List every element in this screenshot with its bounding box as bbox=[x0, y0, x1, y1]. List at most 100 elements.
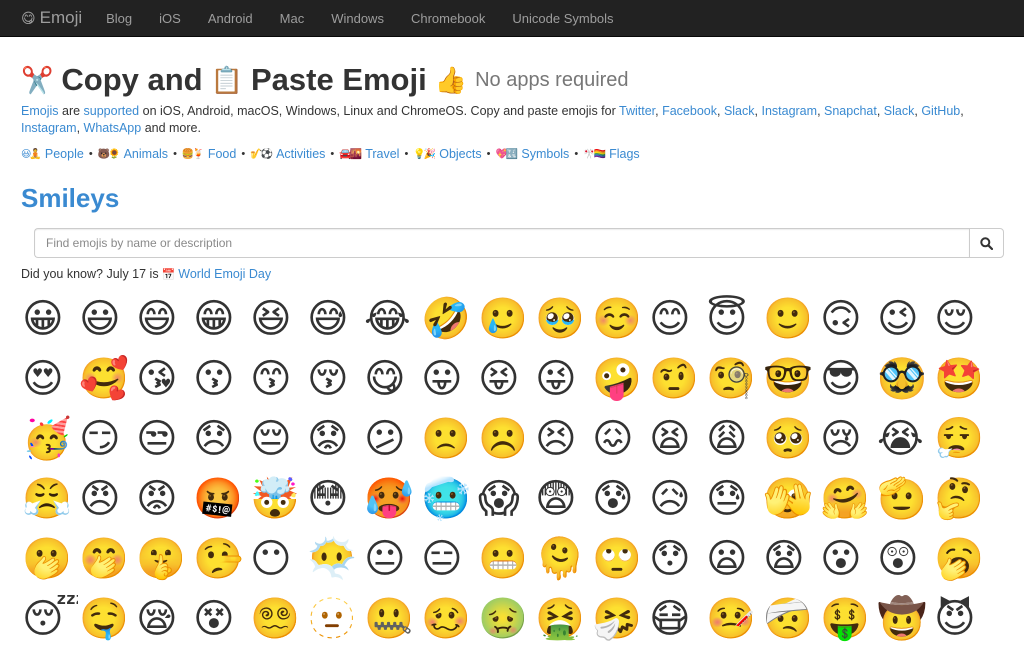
emoji-item[interactable]: 🫥 bbox=[306, 589, 363, 649]
emoji-item[interactable]: 🧐 bbox=[705, 349, 762, 409]
emoji-item[interactable]: 😁 bbox=[192, 289, 249, 349]
supported-link[interactable]: supported bbox=[84, 104, 140, 118]
nav-link-mac[interactable]: Mac bbox=[280, 11, 305, 26]
emoji-item[interactable]: 😷 bbox=[648, 589, 705, 649]
emoji-item[interactable]: 🤧 bbox=[591, 589, 648, 649]
emoji-item[interactable]: 🥹 bbox=[534, 289, 591, 349]
app-link-github[interactable]: GitHub bbox=[921, 104, 960, 118]
emoji-item[interactable]: 🤪 bbox=[591, 349, 648, 409]
emoji-item[interactable]: 🥲 bbox=[477, 289, 534, 349]
emoji-item[interactable]: 😃 bbox=[78, 289, 135, 349]
emoji-item[interactable]: 🫢 bbox=[21, 529, 78, 589]
app-link-instagram-2[interactable]: Instagram bbox=[21, 121, 77, 135]
emoji-item[interactable]: 🫠 bbox=[534, 529, 591, 589]
emoji-item[interactable]: 🤯 bbox=[249, 469, 306, 529]
emoji-item[interactable]: 😧 bbox=[762, 529, 819, 589]
search-input[interactable] bbox=[34, 228, 969, 258]
category-travel[interactable]: 🚘🌇 Travel bbox=[339, 147, 399, 161]
emoji-item[interactable]: ☹️ bbox=[477, 409, 534, 469]
category-flags[interactable]: 🎌🏳️‍🌈 Flags bbox=[583, 147, 639, 161]
emoji-item[interactable]: 🥸 bbox=[876, 349, 933, 409]
emoji-item[interactable]: 😑 bbox=[420, 529, 477, 589]
emoji-item[interactable]: 😮 bbox=[819, 529, 876, 589]
nav-link-chromebook[interactable]: Chromebook bbox=[411, 11, 485, 26]
emoji-item[interactable]: 😬 bbox=[477, 529, 534, 589]
emoji-item[interactable]: ☺️ bbox=[591, 289, 648, 349]
emoji-item[interactable]: 😋 bbox=[363, 349, 420, 409]
emoji-item[interactable]: 😄 bbox=[135, 289, 192, 349]
emoji-item[interactable]: 😆 bbox=[249, 289, 306, 349]
emoji-item[interactable]: 😳 bbox=[306, 469, 363, 529]
emoji-item[interactable]: 😲 bbox=[876, 529, 933, 589]
emoji-item[interactable]: 😈 bbox=[933, 589, 990, 649]
emoji-item[interactable]: 🥱 bbox=[933, 529, 990, 589]
emoji-item[interactable]: 😟 bbox=[306, 409, 363, 469]
nav-link-windows[interactable]: Windows bbox=[331, 11, 384, 26]
emoji-item[interactable]: 😪 bbox=[135, 589, 192, 649]
emoji-item[interactable]: 🤒 bbox=[705, 589, 762, 649]
emoji-item[interactable]: 🤩 bbox=[933, 349, 990, 409]
emoji-item[interactable]: 😣 bbox=[534, 409, 591, 469]
emoji-item[interactable]: 🥰 bbox=[78, 349, 135, 409]
emoji-item[interactable]: 😠 bbox=[78, 469, 135, 529]
emoji-item[interactable]: 😗 bbox=[192, 349, 249, 409]
emoji-item[interactable]: 😕 bbox=[363, 409, 420, 469]
emoji-item[interactable]: 🥴 bbox=[420, 589, 477, 649]
app-link-twitter[interactable]: Twitter bbox=[619, 104, 655, 118]
emoji-item[interactable]: 🥵 bbox=[363, 469, 420, 529]
emoji-item[interactable]: 😅 bbox=[306, 289, 363, 349]
emoji-item[interactable]: 😔 bbox=[249, 409, 306, 469]
emoji-item[interactable]: 😫 bbox=[648, 409, 705, 469]
emoji-item[interactable]: 😱 bbox=[477, 469, 534, 529]
emoji-item[interactable]: 😵 bbox=[192, 589, 249, 649]
emoji-item[interactable]: 🥳 bbox=[21, 409, 78, 469]
emoji-item[interactable]: 😓 bbox=[705, 469, 762, 529]
emoji-item[interactable]: 🤬 bbox=[192, 469, 249, 529]
emoji-item[interactable]: 🥶 bbox=[420, 469, 477, 529]
search-button[interactable] bbox=[969, 228, 1004, 258]
brand-link[interactable]: 😋 Emoji bbox=[21, 8, 82, 28]
emoji-item[interactable]: 😒 bbox=[135, 409, 192, 469]
emoji-item[interactable]: 🤣 bbox=[420, 289, 477, 349]
emoji-item[interactable]: 🤑 bbox=[819, 589, 876, 649]
emoji-item[interactable]: 🤓 bbox=[762, 349, 819, 409]
emoji-item[interactable]: 🤫 bbox=[135, 529, 192, 589]
emoji-item[interactable]: 😙 bbox=[249, 349, 306, 409]
emoji-item[interactable]: 🤭 bbox=[78, 529, 135, 589]
nav-link-android[interactable]: Android bbox=[208, 11, 253, 26]
emoji-item[interactable]: 🤨 bbox=[648, 349, 705, 409]
emoji-item[interactable]: 🙄 bbox=[591, 529, 648, 589]
emoji-item[interactable]: 😶‍🌫️ bbox=[306, 529, 363, 589]
emoji-item[interactable]: 🫡 bbox=[876, 469, 933, 529]
emoji-item[interactable]: 🤗 bbox=[819, 469, 876, 529]
category-activities[interactable]: 🎷⚽️ Activities bbox=[250, 147, 325, 161]
app-link-slack[interactable]: Slack bbox=[724, 104, 755, 118]
emoji-item[interactable]: 😎 bbox=[819, 349, 876, 409]
emoji-item[interactable]: 🤕 bbox=[762, 589, 819, 649]
emoji-item[interactable]: 🙃 bbox=[819, 289, 876, 349]
emoji-item[interactable]: 🤠 bbox=[876, 589, 933, 649]
emoji-item[interactable]: 🤮 bbox=[534, 589, 591, 649]
category-food[interactable]: 🍔🍹 Food bbox=[182, 147, 236, 161]
emoji-item[interactable]: 😤 bbox=[21, 469, 78, 529]
emoji-item[interactable]: 😀 bbox=[21, 289, 78, 349]
emojis-link[interactable]: Emojis bbox=[21, 104, 59, 118]
category-symbols[interactable]: 💖🔣 Symbols bbox=[495, 147, 569, 161]
nav-link-ios[interactable]: iOS bbox=[159, 11, 181, 26]
emoji-item[interactable]: 😐 bbox=[363, 529, 420, 589]
emoji-item[interactable]: 🤔 bbox=[933, 469, 990, 529]
emoji-item[interactable]: 🤢 bbox=[477, 589, 534, 649]
emoji-item[interactable]: 🤤 bbox=[78, 589, 135, 649]
emoji-item[interactable]: 😵‍💫 bbox=[249, 589, 306, 649]
emoji-item[interactable]: 😩 bbox=[705, 409, 762, 469]
emoji-item[interactable]: 😨 bbox=[534, 469, 591, 529]
app-link-whatsapp[interactable]: WhatsApp bbox=[84, 121, 142, 135]
emoji-item[interactable]: 😉 bbox=[876, 289, 933, 349]
emoji-item[interactable]: 🥺 bbox=[762, 409, 819, 469]
emoji-item[interactable]: 😯 bbox=[648, 529, 705, 589]
category-objects[interactable]: 💡🎉 Objects bbox=[413, 147, 481, 161]
app-link-slack-2[interactable]: Slack bbox=[884, 104, 915, 118]
category-people[interactable]: 😃🧘 People bbox=[21, 147, 84, 161]
emoji-item[interactable]: 😡 bbox=[135, 469, 192, 529]
emoji-item[interactable]: 😂 bbox=[363, 289, 420, 349]
